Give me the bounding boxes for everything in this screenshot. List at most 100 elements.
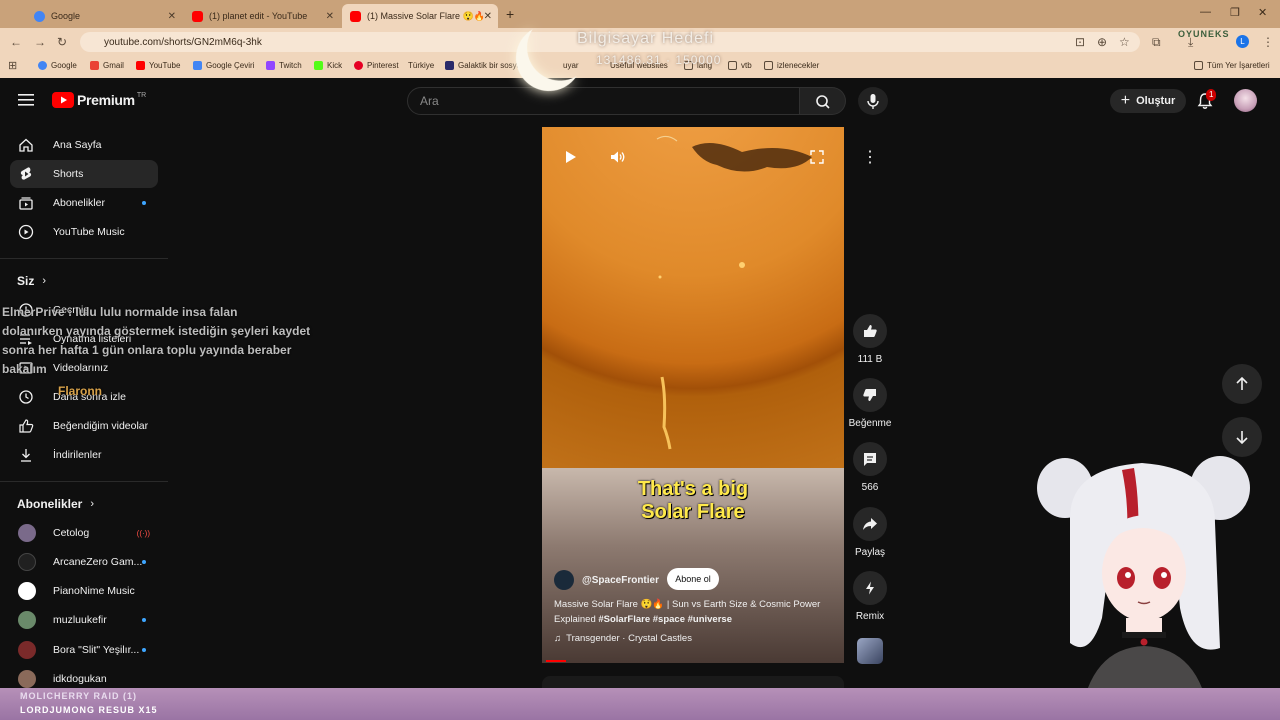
- close-icon[interactable]: ✕: [484, 11, 492, 22]
- close-icon[interactable]: ✕: [168, 11, 176, 22]
- dislike-button[interactable]: Beğenme: [844, 378, 896, 429]
- sidebar-subscriptions-header[interactable]: Abonelikler ›: [17, 497, 94, 511]
- forward-icon[interactable]: →: [34, 35, 46, 49]
- search-button[interactable]: [800, 87, 846, 115]
- fullscreen-button[interactable]: [803, 143, 831, 171]
- bookmark-youtube[interactable]: YouTube: [136, 61, 180, 70]
- close-icon[interactable]: ✕: [326, 11, 334, 22]
- gmail-icon: [90, 61, 99, 70]
- maximize-button[interactable]: ❐: [1230, 6, 1240, 19]
- pinterest-icon: [354, 61, 363, 70]
- sidebar-divider: [0, 258, 168, 259]
- voice-search-button[interactable]: [858, 87, 888, 115]
- video-title[interactable]: Massive Solar Flare 😲🔥 | Sun vs Earth Si…: [554, 597, 842, 627]
- sidebar-divider: [0, 481, 168, 482]
- sidebar-sub-bora-slit[interactable]: Bora "Slit" Yeşilır...: [10, 636, 158, 664]
- avatar: [18, 670, 36, 688]
- more-options-button[interactable]: ⋮: [855, 143, 885, 171]
- sidebar-item-label: idkdogukan: [53, 673, 107, 685]
- youtube-premium-logo[interactable]: Premium TR: [52, 92, 146, 108]
- comments-button[interactable]: 566: [850, 442, 890, 493]
- bookmark-izlenecekler[interactable]: izlenecekler: [764, 61, 819, 70]
- share-button[interactable]: Paylaş: [850, 507, 890, 558]
- download-icon: [18, 447, 34, 463]
- bookmark-label: Google Çeviri: [206, 61, 255, 70]
- sound-thumbnail[interactable]: [857, 638, 883, 664]
- sidebar-sub-arcanezero[interactable]: ArcaneZero Gam...: [10, 548, 158, 576]
- remix-button[interactable]: Remix: [850, 571, 890, 622]
- site-icon: [445, 61, 454, 70]
- avatar: [18, 582, 36, 600]
- search-input[interactable]: Ara: [407, 87, 800, 115]
- new-tab-button[interactable]: +: [506, 6, 514, 22]
- volume-button[interactable]: [604, 143, 632, 171]
- sidebar-item-subscriptions[interactable]: Abonelikler: [10, 189, 158, 217]
- reload-icon[interactable]: ↻: [57, 35, 67, 49]
- sidebar-sub-pianonime[interactable]: PianoNime Music: [10, 577, 158, 605]
- youtube-icon: [192, 10, 203, 22]
- next-short-preview[interactable]: [542, 676, 844, 688]
- bookmark-kick[interactable]: Kick: [314, 61, 342, 70]
- sidebar-item-label: Shorts: [53, 168, 84, 180]
- hashtags[interactable]: #SolarFlare #space #universe: [598, 614, 732, 625]
- vtuber-avatar: [1037, 456, 1250, 720]
- channel-info[interactable]: @SpaceFrontier: [554, 570, 659, 590]
- sidebar-sub-cetolog[interactable]: Cetolog ((·)): [10, 519, 158, 547]
- bookmark-turkiye[interactable]: Türkiye: [408, 61, 434, 70]
- bookmark-gmail[interactable]: Gmail: [90, 61, 124, 70]
- kick-icon: [314, 61, 323, 70]
- zoom-icon[interactable]: ⊕: [1097, 35, 1107, 49]
- play-button[interactable]: [556, 143, 584, 171]
- bookmark-twitch[interactable]: Twitch: [266, 61, 302, 70]
- tab-google[interactable]: Google ✕: [26, 4, 182, 28]
- sidebar-sub-muzluukefir[interactable]: muzluukefir: [10, 606, 158, 634]
- chat-username: Flaronn: [58, 384, 102, 398]
- sidebar-item-home[interactable]: Ana Sayfa: [10, 131, 158, 159]
- donation-goal-value: 131486.31 · 150000: [596, 53, 722, 67]
- notifications-button[interactable]: 1: [1196, 89, 1217, 115]
- hamburger-menu-icon[interactable]: [18, 93, 34, 107]
- bookmark-vtb[interactable]: vtb: [728, 61, 752, 70]
- menu-kebab-icon[interactable]: ⋮: [1262, 35, 1274, 49]
- sidebar-item-shorts[interactable]: Shorts: [10, 160, 158, 188]
- previous-short-button[interactable]: [1222, 364, 1262, 404]
- close-window-button[interactable]: ✕: [1258, 6, 1267, 19]
- create-button[interactable]: + Oluştur: [1110, 89, 1186, 113]
- music-info[interactable]: ♫ Transgender · Crystal Castles: [554, 633, 692, 644]
- play-icon: [566, 151, 576, 163]
- bookmark-star-icon[interactable]: ☆: [1119, 35, 1130, 49]
- sidebar-item-liked-videos[interactable]: Beğendiğim videolar: [10, 412, 158, 440]
- tab-title: (1) planet edit - YouTube: [209, 11, 308, 21]
- tab-planet-edit[interactable]: (1) planet edit - YouTube ✕: [184, 4, 340, 28]
- share-icon: [863, 518, 877, 530]
- minimize-button[interactable]: —: [1200, 6, 1211, 18]
- sidebar-you-header[interactable]: Siz ›: [17, 274, 46, 288]
- sidebar-item-downloads[interactable]: İndirilenler: [10, 441, 158, 469]
- section-title: Abonelikler: [17, 497, 83, 511]
- back-icon[interactable]: ←: [10, 35, 22, 49]
- account-avatar[interactable]: [1234, 89, 1257, 112]
- like-button[interactable]: 111 B: [850, 314, 890, 365]
- extensions-icon[interactable]: ⧉: [1152, 35, 1161, 50]
- new-content-dot: [142, 618, 146, 622]
- sponsor-watermark: OYUNEKS: [1178, 29, 1230, 39]
- url-text: youtube.com/shorts/GN2mM6q-3hk: [104, 36, 262, 48]
- apps-grid-icon[interactable]: ⊞: [8, 59, 17, 72]
- tab-massive-solar-flare[interactable]: (1) Massive Solar Flare 😲🔥 ✕: [342, 4, 498, 28]
- bookmark-google-ceviri[interactable]: Google Çeviri: [193, 61, 254, 70]
- remix-label: Remix: [855, 611, 885, 622]
- caption-line: Solar Flare: [641, 501, 745, 523]
- bookmark-all[interactable]: Tüm Yer İşaretleri: [1194, 61, 1270, 70]
- bookmark-label: YouTube: [149, 61, 181, 70]
- subscribe-button[interactable]: Abone ol: [667, 568, 719, 590]
- bookmark-pinterest[interactable]: Pinterest: [354, 61, 399, 70]
- bookmark-google[interactable]: Google: [38, 61, 77, 70]
- chat-message-line: ElmerPrive : lulu lulu normalde insa fal…: [2, 305, 238, 319]
- arrow-down-icon: [1236, 431, 1248, 445]
- video-progress-bar[interactable]: [546, 660, 566, 662]
- search-icon: [816, 95, 830, 109]
- install-icon[interactable]: ⊡: [1075, 35, 1085, 49]
- sidebar-item-youtube-music[interactable]: YouTube Music: [10, 218, 158, 246]
- profile-avatar[interactable]: L: [1236, 35, 1249, 48]
- folder-icon: [764, 61, 773, 70]
